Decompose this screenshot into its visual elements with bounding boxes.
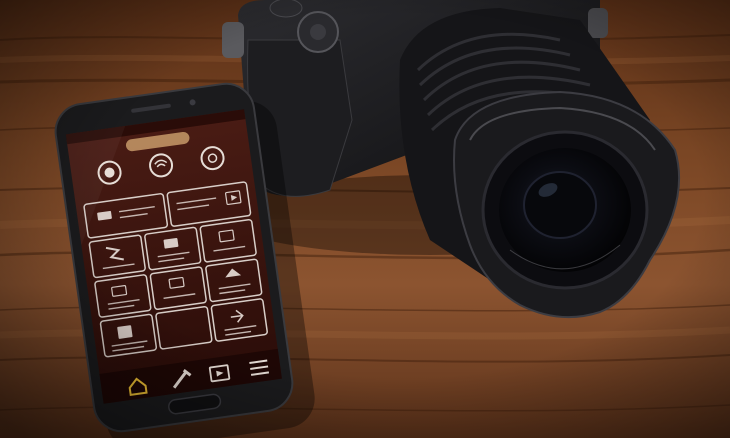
vignette [0, 0, 730, 438]
photo-scene [0, 0, 730, 438]
photo-canvas [0, 0, 730, 438]
